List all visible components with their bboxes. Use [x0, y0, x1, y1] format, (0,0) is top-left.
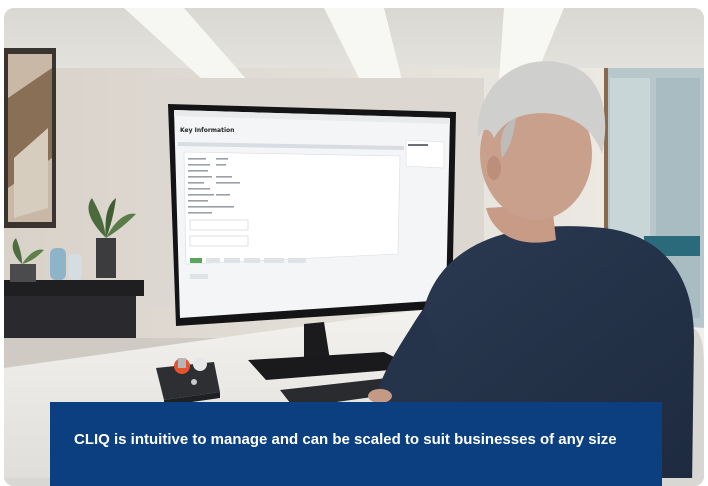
caption-text: CLIQ is intuitive to manage and can be s…	[74, 431, 617, 448]
wall-painting	[4, 48, 56, 228]
caption-banner: CLIQ is intuitive to manage and can be s…	[50, 402, 662, 486]
hero-card: Key Information CLIQ is intuitive to man…	[4, 8, 704, 486]
screen-title: Key Information	[180, 127, 234, 134]
